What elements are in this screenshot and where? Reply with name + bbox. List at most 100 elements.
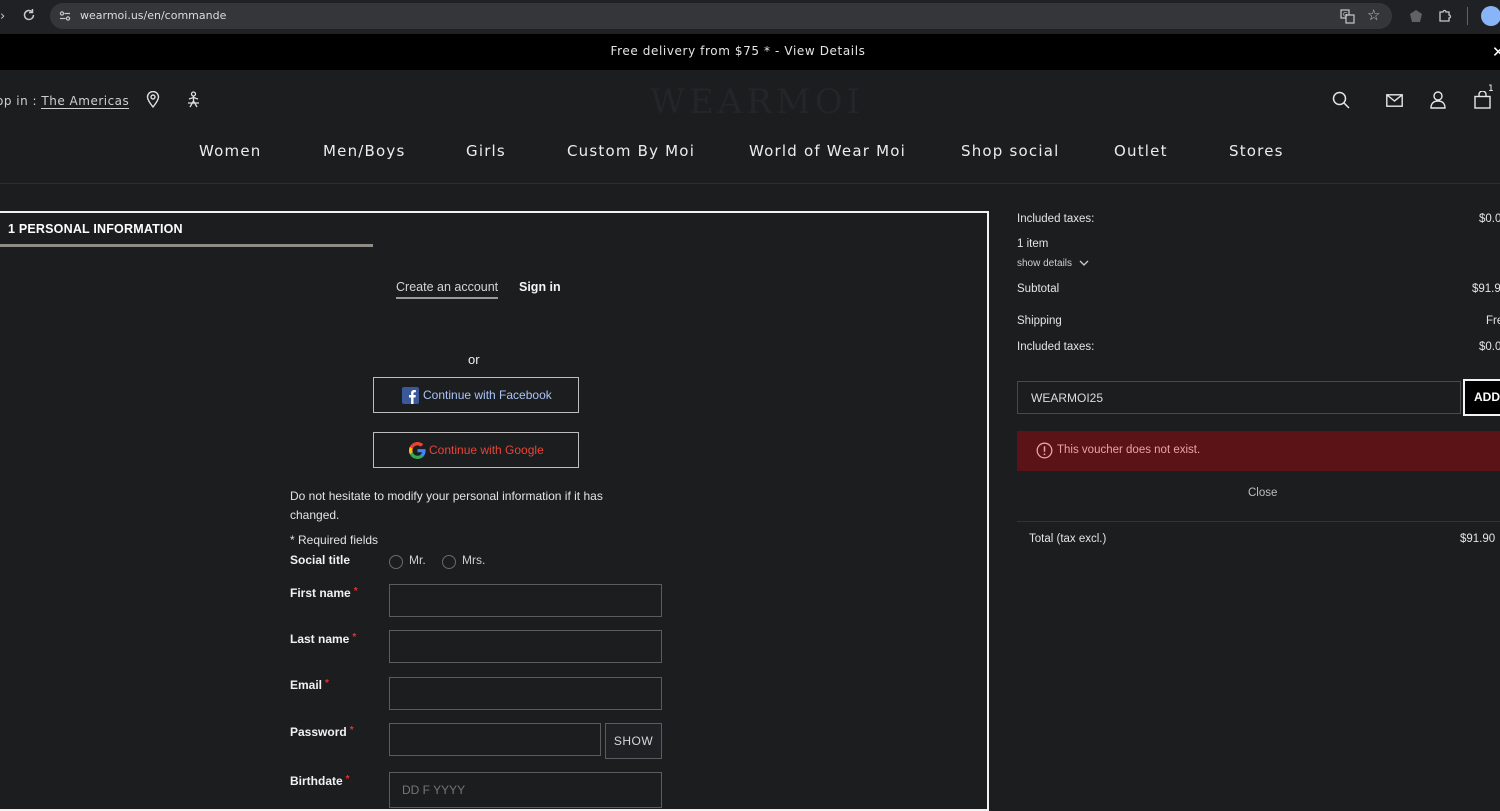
- translate-icon[interactable]: G: [1340, 9, 1355, 24]
- browser-toolbar: › wearmoi.us/en/commande G ☆: [0, 0, 1500, 34]
- radio-mrs[interactable]: [442, 555, 456, 569]
- email-label-text: Email: [290, 678, 323, 692]
- facebook-login-button[interactable]: Continue with Facebook: [373, 377, 579, 413]
- facebook-button-label: Continue with Facebook: [423, 388, 552, 402]
- account-icon[interactable]: [1430, 91, 1446, 109]
- facebook-icon: [402, 387, 419, 404]
- nav-item-stores[interactable]: Stores: [1229, 142, 1284, 160]
- error-icon: [1036, 442, 1053, 459]
- google-login-button[interactable]: Continue with Google: [373, 432, 579, 468]
- included-taxes-value: $0.0: [1479, 341, 1500, 353]
- show-details-text: show details: [1017, 258, 1073, 269]
- social-title-label: Social title: [290, 553, 351, 567]
- google-button-label: Continue with Google: [429, 443, 544, 457]
- birthdate-label: Birthdate *: [290, 774, 350, 788]
- password-label: Password *: [290, 725, 354, 739]
- cart-count-badge: 1: [1488, 84, 1494, 94]
- email-field[interactable]: [389, 677, 662, 710]
- profile-avatar[interactable]: [1481, 6, 1500, 26]
- birthdate-field[interactable]: [389, 772, 662, 808]
- total-label: Total (tax excl.): [1029, 533, 1107, 545]
- reload-icon[interactable]: [22, 8, 36, 22]
- last-name-label-text: Last name: [290, 632, 350, 646]
- total-divider: [1017, 521, 1500, 522]
- bookmark-star-icon[interactable]: ☆: [1367, 8, 1380, 23]
- required-marker: *: [353, 586, 358, 597]
- required-fields-text: Required fields: [298, 533, 379, 547]
- main-navigation: Women Men/Boys Girls Custom By Moi World…: [0, 140, 1500, 170]
- required-fields-note: * Required fields: [290, 531, 378, 550]
- google-icon: [409, 442, 426, 459]
- nav-item-shop-social[interactable]: Shop social: [961, 142, 1059, 160]
- step-title[interactable]: 1 PERSONAL INFORMATION: [8, 222, 183, 236]
- dancer-icon[interactable]: [186, 91, 201, 108]
- voucher-code-input[interactable]: [1017, 381, 1461, 414]
- first-name-label: First name *: [290, 586, 358, 600]
- subtotal-value: $91.9: [1472, 283, 1500, 295]
- shop-in-label: op in :: [0, 94, 38, 108]
- nav-item-girls[interactable]: Girls: [466, 142, 506, 160]
- password-label-text: Password: [290, 725, 347, 739]
- tab-sign-in[interactable]: Sign in: [519, 280, 561, 294]
- last-name-label: Last name *: [290, 632, 356, 646]
- promo-text[interactable]: Free delivery from $75 * - View Details: [0, 44, 1476, 58]
- site-header: op in : The Americas WEARMOI 1 Women Men…: [0, 70, 1500, 184]
- site-settings-icon[interactable]: [59, 10, 71, 22]
- svg-text:G: G: [1343, 12, 1348, 19]
- tab-create-account[interactable]: Create an account: [396, 280, 499, 299]
- first-name-field[interactable]: [389, 584, 662, 617]
- promo-banner: Free delivery from $75 * - View Details …: [0, 34, 1500, 70]
- shop-in-selector[interactable]: op in : The Americas: [0, 94, 130, 109]
- shipping-value: Fre: [1486, 315, 1500, 327]
- cart-items-count: 1 item: [1017, 238, 1049, 250]
- last-name-field[interactable]: [389, 630, 662, 663]
- personal-information-section: [0, 211, 989, 811]
- radio-mr-label[interactable]: Mr.: [409, 553, 426, 567]
- included-taxes-value-top: $0.0: [1479, 213, 1500, 225]
- radio-mr[interactable]: [389, 555, 403, 569]
- required-marker: *: [345, 774, 350, 785]
- shipping-label: Shipping: [1017, 315, 1062, 327]
- site-logo[interactable]: WEARMOI: [650, 82, 864, 122]
- voucher-add-button[interactable]: ADD: [1463, 379, 1500, 416]
- nav-item-outlet[interactable]: Outlet: [1114, 142, 1168, 160]
- address-bar[interactable]: wearmoi.us/en/commande G ☆: [50, 3, 1392, 29]
- total-value: $91.90: [1460, 533, 1496, 545]
- show-details-link[interactable]: show details: [1017, 258, 1089, 269]
- required-marker: *: [352, 632, 357, 643]
- step-underline: [0, 244, 373, 247]
- extensions-puzzle-icon[interactable]: [1438, 8, 1453, 23]
- extension-icon[interactable]: [1409, 9, 1423, 23]
- email-label: Email *: [290, 678, 329, 692]
- included-taxes-label: Included taxes:: [1017, 341, 1095, 353]
- nav-item-women[interactable]: Women: [199, 142, 261, 160]
- close-icon[interactable]: ✕: [1492, 43, 1500, 61]
- nav-item-men-boys[interactable]: Men/Boys: [323, 142, 406, 160]
- first-name-label-text: First name: [290, 586, 351, 600]
- birthdate-label-text: Birthdate: [290, 774, 343, 788]
- subtotal-label: Subtotal: [1017, 283, 1060, 295]
- shop-region-link[interactable]: The Americas: [41, 94, 130, 109]
- radio-mrs-label[interactable]: Mrs.: [462, 553, 485, 567]
- nav-item-custom-by-moi[interactable]: Custom By Moi: [567, 142, 695, 160]
- url-text: wearmoi.us/en/commande: [80, 9, 227, 22]
- password-field[interactable]: [389, 723, 601, 756]
- or-divider-text: or: [468, 352, 480, 367]
- close-voucher-link[interactable]: Close: [1248, 487, 1277, 499]
- info-text-line-2: changed.: [290, 508, 340, 522]
- included-taxes-label-top: Included taxes:: [1017, 213, 1095, 225]
- required-marker: *: [325, 678, 329, 689]
- required-marker: *: [349, 725, 354, 736]
- toolbar-divider: [1467, 7, 1468, 25]
- search-icon[interactable]: [1332, 91, 1350, 109]
- voucher-error-text: This voucher does not exist.: [1057, 444, 1201, 456]
- voucher-error-alert: This voucher does not exist.: [1017, 431, 1500, 471]
- store-locator-icon[interactable]: [146, 91, 160, 108]
- show-password-button[interactable]: SHOW: [605, 723, 662, 759]
- mail-icon[interactable]: [1386, 94, 1403, 107]
- forward-icon[interactable]: ›: [0, 10, 5, 23]
- required-asterisk: *: [290, 533, 295, 547]
- nav-item-world-of-wear-moi[interactable]: World of Wear Moi: [749, 142, 906, 160]
- chevron-down-icon: [1079, 260, 1089, 266]
- info-text-line-1: Do not hesitate to modify your personal …: [290, 489, 603, 503]
